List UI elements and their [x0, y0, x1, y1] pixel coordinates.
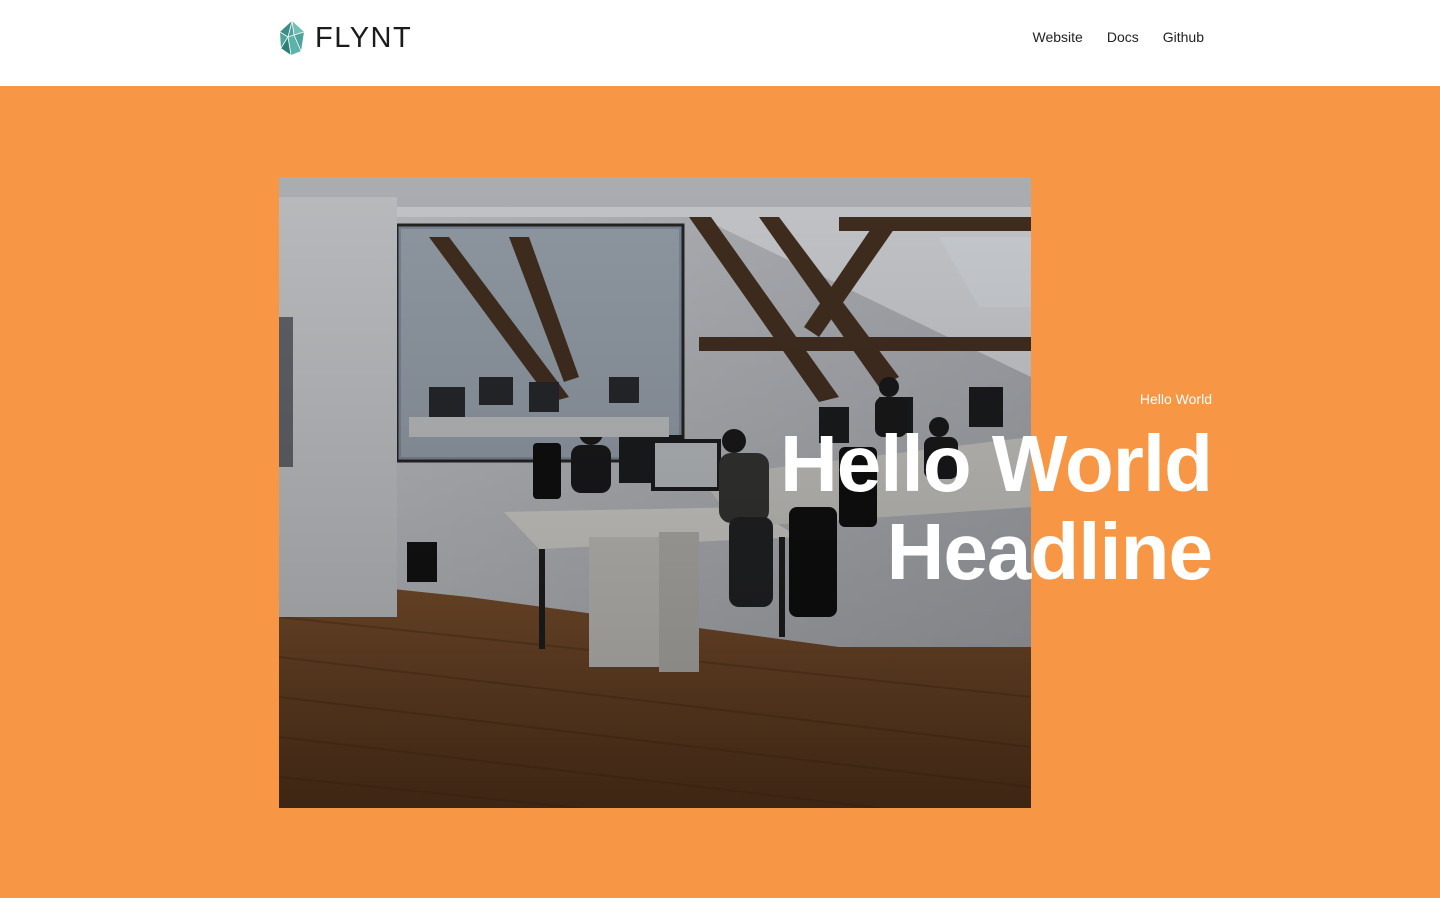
- hero-pretitle: Hello World: [1139, 391, 1212, 407]
- nav-link-website[interactable]: Website: [1033, 27, 1083, 47]
- logo-text: FLYNT: [315, 22, 413, 54]
- flynt-gem-icon: [279, 20, 305, 56]
- logo-link[interactable]: FLYNT: [279, 19, 412, 57]
- main-nav: Website Docs Github: [1009, 27, 1204, 47]
- hero-headline-line-1: Hello World: [780, 419, 1213, 508]
- hero-content: Hello World Hello World Headline: [780, 390, 1213, 596]
- hero-headline: Hello World Headline: [780, 419, 1213, 596]
- site-header: FLYNT Website Docs Github: [0, 0, 1440, 86]
- hero-headline-line-2: Headline: [886, 507, 1213, 596]
- nav-link-github[interactable]: Github: [1163, 27, 1204, 47]
- nav-link-docs[interactable]: Docs: [1107, 27, 1139, 47]
- hero-section: Hello World Hello World Headline: [0, 86, 1440, 898]
